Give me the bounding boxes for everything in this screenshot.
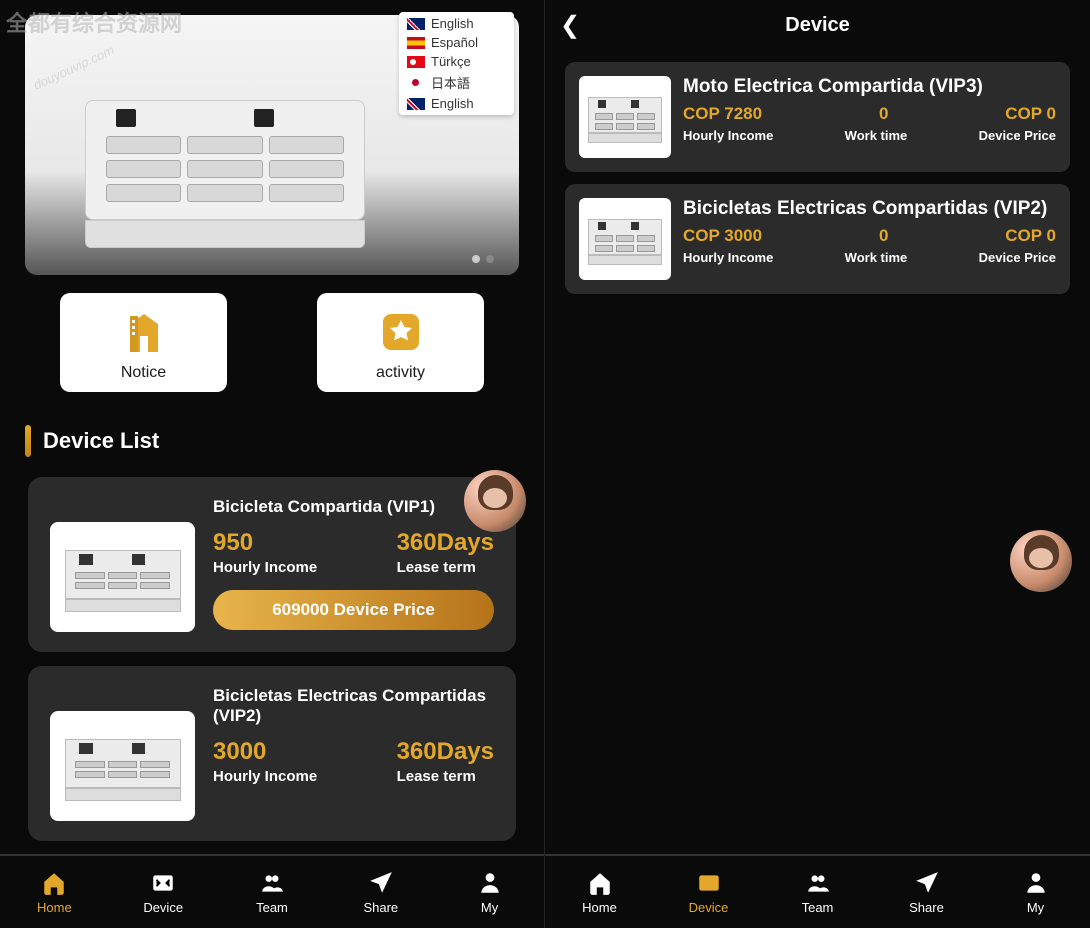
- device-icon: [148, 870, 178, 896]
- bottom-nav: Home Device Team Share My: [545, 854, 1090, 928]
- nav-device[interactable]: Device: [654, 856, 763, 928]
- lease-term-value: 360Days: [397, 738, 494, 766]
- nav-label: Share: [909, 900, 944, 915]
- share-icon: [912, 870, 942, 896]
- hourly-income-value: COP 3000: [683, 226, 762, 246]
- hourly-income-label: Hourly Income: [683, 250, 773, 265]
- back-button[interactable]: ❮: [560, 11, 580, 40]
- carousel-dots[interactable]: [472, 255, 494, 263]
- work-time-value: 0: [879, 226, 888, 246]
- device-name: Bicicletas Electricas Compartidas (VIP2): [213, 686, 494, 726]
- work-time-value: 0: [879, 104, 888, 124]
- nav-share[interactable]: Share: [872, 856, 981, 928]
- device-image: [579, 76, 671, 158]
- hourly-income-value: 950: [213, 529, 317, 557]
- uk-flag-icon: [407, 98, 425, 110]
- lang-label: English: [431, 16, 474, 31]
- team-icon: [257, 870, 287, 896]
- nav-label: Team: [802, 900, 834, 915]
- nav-device[interactable]: Device: [109, 856, 218, 928]
- lang-item-english[interactable]: English: [399, 14, 514, 33]
- uk-flag-icon: [407, 18, 425, 30]
- device-image: [579, 198, 671, 280]
- nav-label: My: [481, 900, 498, 915]
- lang-label: English: [431, 96, 474, 111]
- notice-label: Notice: [70, 364, 217, 382]
- lang-item-english2[interactable]: English: [399, 94, 514, 113]
- hourly-income-label: Hourly Income: [683, 128, 773, 143]
- nav-label: Device: [689, 900, 729, 915]
- header: ❮ Device: [545, 0, 1090, 50]
- device-page-card[interactable]: Bicicletas Electricas Compartidas (VIP2)…: [565, 184, 1070, 294]
- lang-label: Türkçe: [431, 54, 471, 69]
- device-name: Bicicleta Compartida (VIP1): [213, 497, 494, 517]
- nav-team[interactable]: Team: [218, 856, 327, 928]
- device-name: Bicicletas Electricas Compartidas (VIP2): [683, 198, 1056, 220]
- work-time-label: Work time: [845, 250, 908, 265]
- home-icon: [585, 870, 615, 896]
- device-price-value: COP 0: [1005, 226, 1056, 246]
- page-title: Device: [785, 14, 850, 37]
- device-price-label: Device Price: [979, 128, 1056, 143]
- lease-term-label: Lease term: [397, 768, 494, 785]
- nav-label: Device: [143, 900, 183, 915]
- language-menu[interactable]: English Español Türkçe 日本語 English: [399, 12, 514, 115]
- device-price-button[interactable]: 609000 Device Price: [213, 590, 494, 630]
- lang-item-turkce[interactable]: Türkçe: [399, 52, 514, 71]
- support-avatar[interactable]: [1010, 530, 1072, 592]
- activity-label: activity: [327, 364, 474, 382]
- device-list-card[interactable]: Bicicleta Compartida (VIP1) 950 Hourly In…: [28, 477, 516, 652]
- nav-my[interactable]: My: [435, 856, 544, 928]
- nav-share[interactable]: Share: [326, 856, 435, 928]
- device-page-card[interactable]: Moto Electrica Compartida (VIP3) COP 728…: [565, 62, 1070, 172]
- my-icon: [475, 870, 505, 896]
- activity-tile[interactable]: activity: [317, 293, 484, 392]
- device-icon: [694, 870, 724, 896]
- device-image: [50, 522, 195, 632]
- nav-home[interactable]: Home: [0, 856, 109, 928]
- nav-my[interactable]: My: [981, 856, 1090, 928]
- device-price-label: Device Price: [979, 250, 1056, 265]
- home-icon: [39, 870, 69, 896]
- notice-icon: [120, 308, 168, 356]
- hero-device-image: [85, 100, 365, 250]
- hourly-income-label: Hourly Income: [213, 559, 317, 576]
- lang-item-espanol[interactable]: Español: [399, 33, 514, 52]
- nav-label: Share: [363, 900, 398, 915]
- bottom-nav: Home Device Team Share My: [0, 854, 544, 928]
- hourly-income-value: COP 7280: [683, 104, 762, 124]
- share-icon: [366, 870, 396, 896]
- nav-label: Home: [582, 900, 617, 915]
- nav-home[interactable]: Home: [545, 856, 654, 928]
- lang-item-japanese[interactable]: 日本語: [399, 71, 514, 94]
- nav-label: My: [1027, 900, 1044, 915]
- lang-label: Español: [431, 35, 478, 50]
- lang-label: 日本語: [431, 73, 470, 92]
- section-bar-icon: [25, 425, 31, 457]
- lease-term-value: 360Days: [397, 529, 494, 557]
- device-image: [50, 711, 195, 821]
- work-time-label: Work time: [845, 128, 908, 143]
- team-icon: [803, 870, 833, 896]
- support-avatar[interactable]: [464, 470, 526, 532]
- jp-flag-icon: [407, 77, 425, 89]
- es-flag-icon: [407, 37, 425, 49]
- nav-label: Home: [37, 900, 72, 915]
- hourly-income-label: Hourly Income: [213, 768, 317, 785]
- device-price-value: COP 0: [1005, 104, 1056, 124]
- lease-term-label: Lease term: [397, 559, 494, 576]
- tr-flag-icon: [407, 56, 425, 68]
- device-list-card[interactable]: Bicicletas Electricas Compartidas (VIP2)…: [28, 666, 516, 841]
- nav-team[interactable]: Team: [763, 856, 872, 928]
- hourly-income-value: 3000: [213, 738, 317, 766]
- my-icon: [1021, 870, 1051, 896]
- device-name: Moto Electrica Compartida (VIP3): [683, 76, 1056, 98]
- notice-tile[interactable]: Notice: [60, 293, 227, 392]
- nav-label: Team: [256, 900, 288, 915]
- activity-icon: [377, 308, 425, 356]
- section-title: Device List: [43, 428, 159, 454]
- section-header: Device List: [0, 410, 544, 469]
